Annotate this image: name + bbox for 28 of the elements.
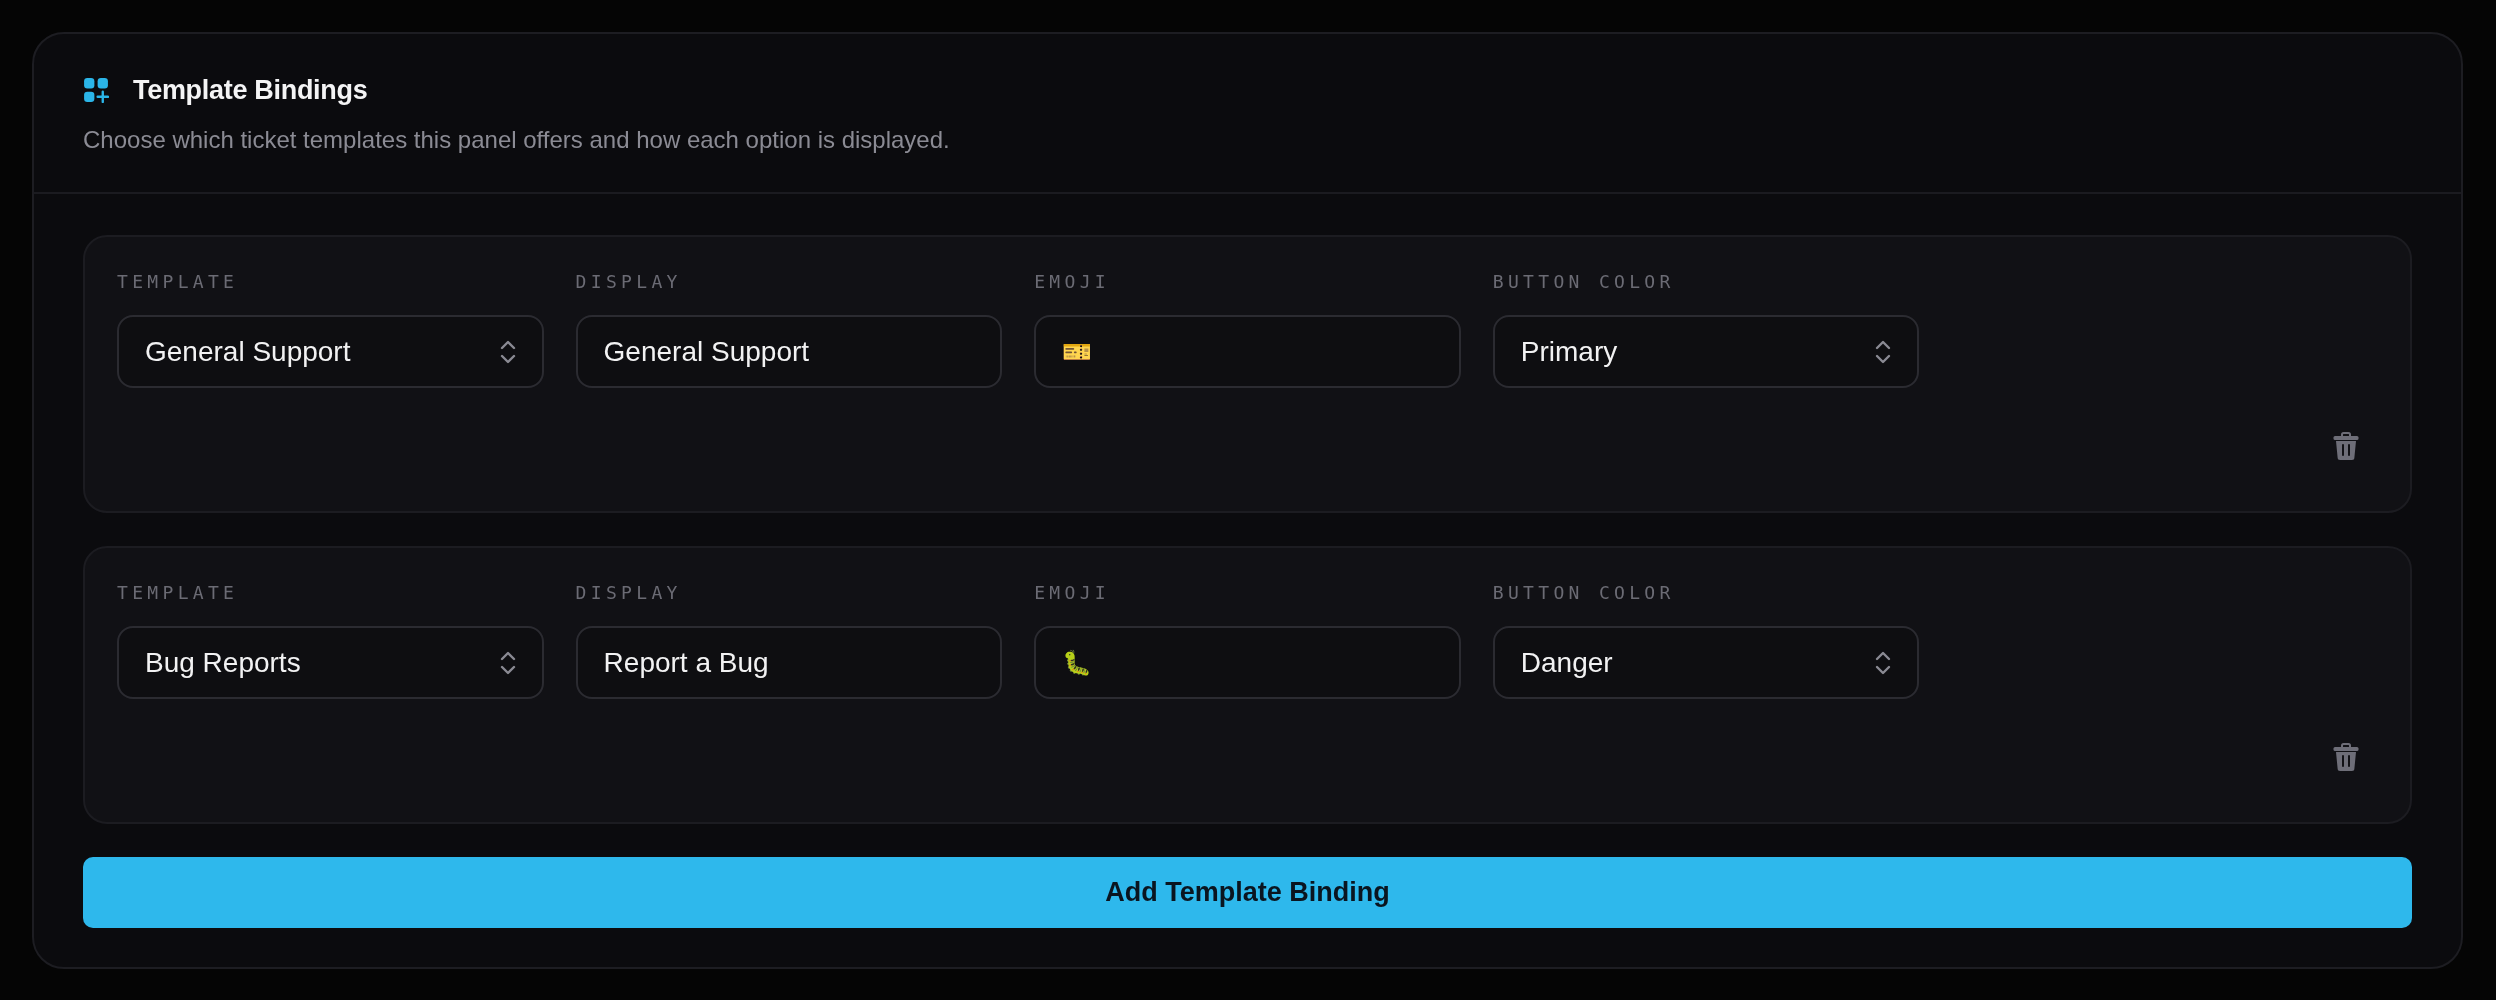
field-label: EMOJI	[1034, 270, 1110, 294]
blocks-plus-icon	[83, 77, 109, 103]
panel-title: Template Bindings	[133, 74, 368, 107]
field-label: DISPLAY	[575, 270, 682, 294]
text-field[interactable]: General Support	[575, 315, 1003, 388]
delete-button[interactable]	[2333, 432, 2359, 460]
chevron-up-down-icon	[1875, 338, 1892, 365]
delete-button[interactable]	[2333, 743, 2359, 771]
add-template-binding-button[interactable]: Add Template Binding	[83, 857, 2412, 928]
panel-description: Choose which ticket templates this panel offers and how each option is displayed.	[83, 125, 951, 155]
select-field[interactable]: Danger	[1492, 626, 1920, 699]
chevron-up-down-icon	[499, 338, 516, 365]
select-field[interactable]: Primary	[1492, 315, 1920, 388]
field-label: TEMPLATE	[117, 270, 239, 294]
emoji-field[interactable]: 🎫	[1034, 315, 1461, 388]
field-label: EMOJI	[1034, 581, 1110, 605]
field-label: BUTTON COLOR	[1492, 581, 1675, 605]
emoji-field[interactable]: 🐛	[1034, 626, 1461, 699]
field-label: TEMPLATE	[117, 581, 239, 605]
select-field[interactable]: General Support	[117, 315, 544, 388]
text-field[interactable]: Report a Bug	[575, 626, 1003, 699]
chevron-up-down-icon	[1875, 649, 1892, 676]
field-label: BUTTON COLOR	[1492, 270, 1675, 294]
chevron-up-down-icon	[499, 649, 516, 676]
trash-icon	[2333, 743, 2359, 771]
select-field[interactable]: Bug Reports	[117, 626, 544, 699]
trash-icon	[2333, 432, 2359, 460]
field-label: DISPLAY	[575, 581, 682, 605]
